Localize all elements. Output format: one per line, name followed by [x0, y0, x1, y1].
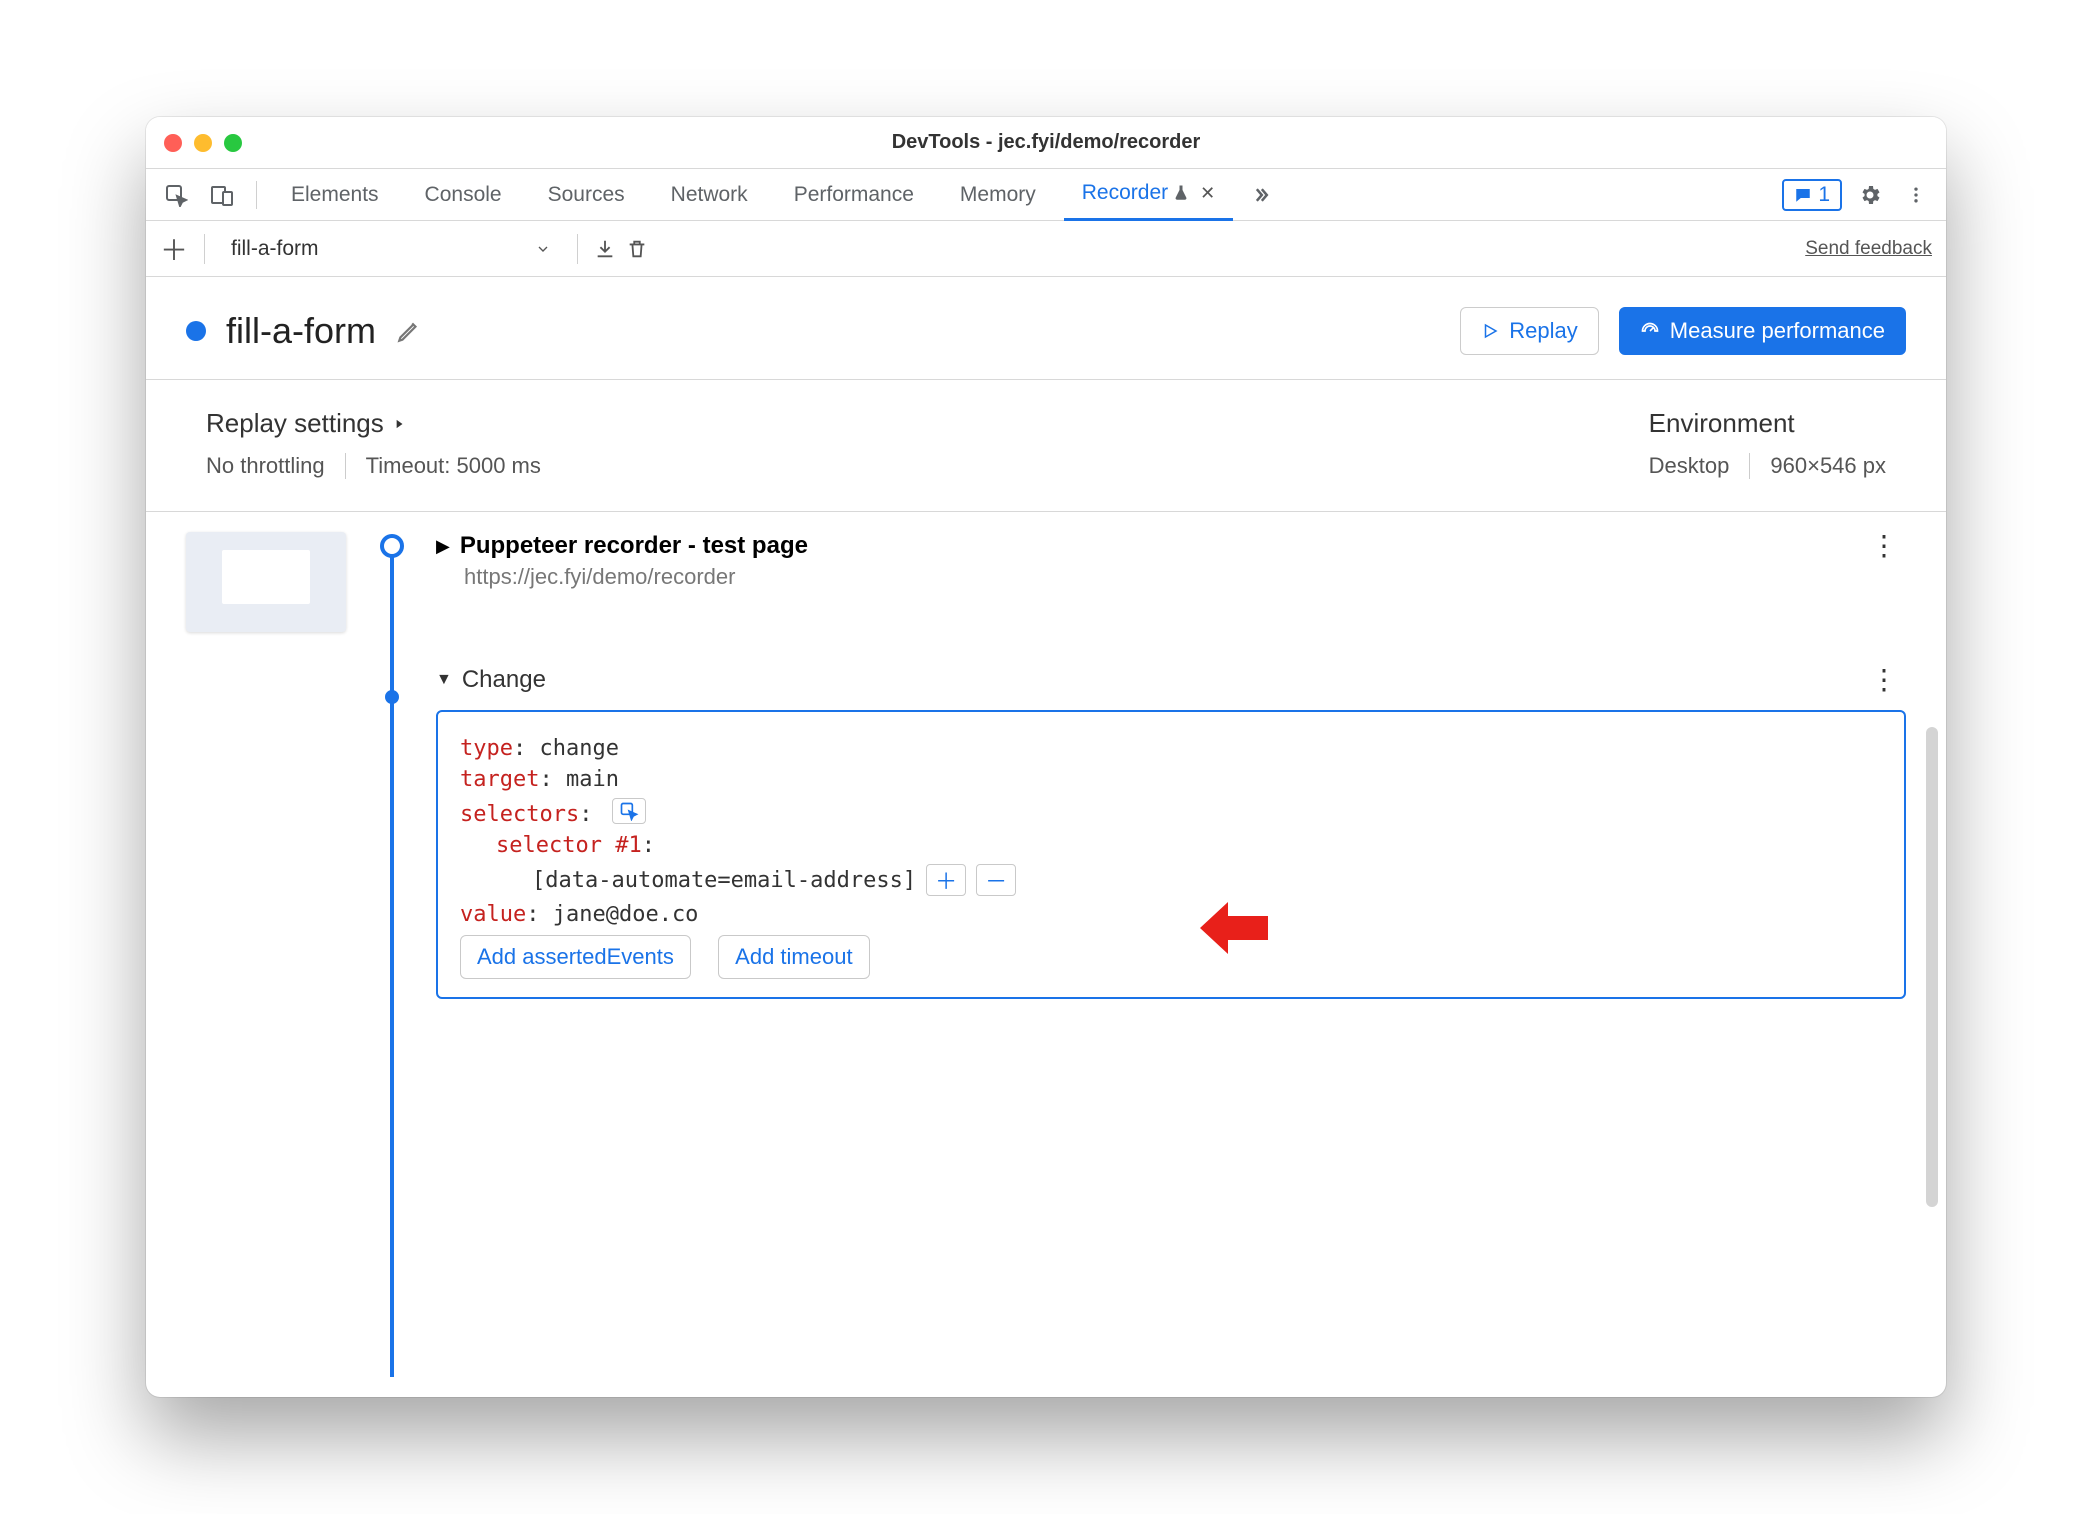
recording-name: fill-a-form	[231, 237, 319, 261]
timeline-marker-icon	[385, 690, 399, 704]
edit-title-icon[interactable]	[396, 318, 422, 344]
traffic-lights	[164, 134, 242, 152]
chevron-down-icon: ▼	[436, 671, 452, 689]
scrollbar[interactable]	[1926, 727, 1938, 1207]
add-asserted-events-button[interactable]: Add assertedEvents	[460, 935, 691, 979]
devtools-window: DevTools - jec.fyi/demo/recorder Element…	[146, 117, 1946, 1397]
steps-content: ▶ Puppeteer recorder - test page https:/…	[436, 532, 1906, 1377]
inspect-element-icon[interactable]	[158, 177, 194, 213]
recording-title: fill-a-form	[226, 310, 376, 352]
tab-console[interactable]: Console	[407, 169, 520, 221]
step-menu-icon[interactable]: ⋮	[1862, 532, 1906, 560]
divider	[345, 453, 346, 479]
prop-key-value: value	[460, 902, 526, 927]
step-menu-icon[interactable]: ⋮	[1862, 666, 1906, 694]
replay-label: Replay	[1509, 318, 1577, 344]
environment-heading: Environment	[1649, 408, 1886, 439]
pick-selector-icon[interactable]	[612, 798, 646, 824]
throttle-value: No throttling	[206, 453, 325, 479]
step-change-header[interactable]: ▼ Change	[436, 666, 546, 694]
device-value: Desktop	[1649, 453, 1730, 479]
measure-performance-button[interactable]: Measure performance	[1619, 307, 1906, 355]
step-navigate: ▶ Puppeteer recorder - test page https:/…	[436, 532, 1906, 590]
step-navigate-header[interactable]: ▶ Puppeteer recorder - test page	[436, 532, 808, 560]
divider	[256, 181, 257, 209]
page-thumbnail[interactable]: Show the load...	[186, 532, 346, 632]
minimize-window-button[interactable]	[194, 134, 212, 152]
kebab-menu-icon[interactable]	[1898, 177, 1934, 213]
replay-button[interactable]: Replay	[1460, 307, 1598, 355]
divider	[204, 234, 205, 264]
chevron-down-icon	[535, 241, 551, 257]
chevron-right-icon: ▶	[436, 536, 450, 557]
send-feedback-link[interactable]: Send feedback	[1805, 238, 1932, 260]
more-tabs-icon[interactable]	[1243, 177, 1279, 213]
timeout-value: Timeout: 5000 ms	[366, 453, 541, 479]
delete-icon[interactable]	[626, 238, 648, 260]
close-window-button[interactable]	[164, 134, 182, 152]
divider	[1749, 453, 1750, 479]
window-title: DevTools - jec.fyi/demo/recorder	[146, 131, 1946, 154]
viewport-value: 960×546 px	[1770, 453, 1886, 479]
settings-gear-icon[interactable]	[1852, 177, 1888, 213]
recording-indicator-icon	[186, 321, 206, 341]
window-titlebar: DevTools - jec.fyi/demo/recorder	[146, 117, 1946, 169]
timeline	[376, 532, 406, 1377]
chevron-right-icon	[392, 417, 406, 431]
step-navigate-url: https://jec.fyi/demo/recorder	[464, 564, 808, 590]
tab-performance[interactable]: Performance	[776, 169, 932, 221]
step-change-details: type: change target: main selectors: sel…	[436, 710, 1906, 999]
remove-selector-button[interactable]: －	[976, 864, 1016, 896]
tab-sources[interactable]: Sources	[530, 169, 643, 221]
close-tab-icon[interactable]: ✕	[1200, 183, 1215, 204]
zoom-window-button[interactable]	[224, 134, 242, 152]
prop-val-type[interactable]: change	[539, 736, 618, 761]
prop-key-type: type	[460, 736, 513, 761]
add-selector-button[interactable]: ＋	[926, 864, 966, 896]
tab-recorder[interactable]: Recorder ✕	[1064, 169, 1233, 221]
environment-col: Environment Desktop 960×546 px	[1649, 408, 1886, 479]
step-navigate-title: Puppeteer recorder - test page	[460, 532, 808, 560]
add-timeout-button[interactable]: Add timeout	[718, 935, 869, 979]
prop-key-target: target	[460, 767, 539, 792]
tab-memory[interactable]: Memory	[942, 169, 1054, 221]
measure-label: Measure performance	[1670, 318, 1885, 344]
recorder-toolbar: ＋ fill-a-form Send feedback	[146, 221, 1946, 277]
timeline-marker-start-icon	[380, 534, 404, 558]
prop-val-target[interactable]: main	[566, 767, 619, 792]
selector-label: selector #1	[496, 833, 642, 858]
tab-network[interactable]: Network	[653, 169, 766, 221]
settings-row: Replay settings No throttling Timeout: 5…	[146, 380, 1946, 512]
steps-area: Show the load... ▶ Puppeteer recorder - …	[146, 512, 1946, 1397]
device-toolbar-icon[interactable]	[204, 177, 240, 213]
new-recording-icon[interactable]: ＋	[160, 229, 188, 269]
step-change: ▼ Change ⋮ type: change target: main sel…	[436, 666, 1906, 999]
selector-value[interactable]: [data-automate=email-address]	[532, 868, 916, 893]
devtools-tabs: Elements Console Sources Network Perform…	[146, 169, 1946, 221]
replay-settings-heading[interactable]: Replay settings	[206, 408, 541, 439]
tab-recorder-label: Recorder	[1082, 181, 1168, 205]
flask-icon	[1172, 184, 1190, 202]
issues-count: 1	[1818, 183, 1830, 207]
prop-val-value[interactable]: jane@doe.co	[553, 902, 699, 927]
recording-select[interactable]: fill-a-form	[221, 233, 561, 265]
prop-key-selectors: selectors	[460, 802, 579, 827]
export-icon[interactable]	[594, 238, 616, 260]
replay-settings-col: Replay settings No throttling Timeout: 5…	[206, 408, 541, 479]
issues-chip[interactable]: 1	[1782, 179, 1842, 211]
divider	[577, 234, 578, 264]
tab-elements[interactable]: Elements	[273, 169, 397, 221]
recording-header: fill-a-form Replay Measure performance	[146, 277, 1946, 380]
step-change-label: Change	[462, 666, 546, 694]
